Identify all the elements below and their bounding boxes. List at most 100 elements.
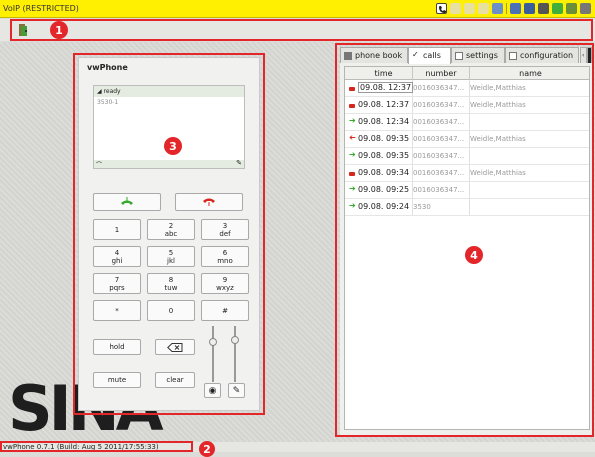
key-4[interactable]: 4 ghi <box>93 246 141 267</box>
display-bottom-strip: ⌒ ✎ <box>94 159 244 169</box>
key-sub: jkl <box>167 256 175 265</box>
tab-scroll-right-button[interactable] <box>587 47 592 63</box>
key-sub: ghi <box>111 256 123 265</box>
tray-separator <box>506 3 507 14</box>
network-icon[interactable] <box>510 3 521 14</box>
tab-phone-book[interactable]: phone book <box>340 47 408 63</box>
key-star[interactable]: * <box>93 300 141 321</box>
window-title: VoIP (RESTRICTED) <box>3 4 79 13</box>
missed-call-icon <box>349 102 355 110</box>
key-main: 3 <box>222 221 228 230</box>
missed-call-icon <box>349 85 355 93</box>
tab-calls[interactable]: ✓ calls <box>408 47 451 64</box>
incoming-call-icon: ➔ <box>349 184 356 193</box>
key-sub: abc <box>164 229 178 238</box>
update-icon[interactable] <box>524 3 535 14</box>
table-row[interactable]: ➔ 09.08. 09:24 3530 <box>345 199 589 216</box>
outgoing-call-icon: ➔ <box>349 133 356 142</box>
pen-icon[interactable] <box>566 3 577 14</box>
call-time: 09.08. 09:24 <box>358 202 410 211</box>
key-main: 9 <box>222 275 228 284</box>
key-5[interactable]: 5 jkl <box>147 246 195 267</box>
display-status: ready <box>103 88 121 95</box>
settings-tab-icon <box>455 52 463 60</box>
call-button[interactable] <box>93 193 161 211</box>
call-number: 0016036347... <box>413 135 465 143</box>
exit-icon[interactable] <box>18 23 30 37</box>
column-header-number[interactable]: number <box>413 67 470 80</box>
call-number: 0016036347... <box>413 101 465 109</box>
key-main: 8 <box>168 275 174 284</box>
call-number: 0016036347... <box>413 186 465 194</box>
call-time: 09.08. 09:35 <box>358 151 410 160</box>
incoming-call-icon: ➔ <box>349 150 356 159</box>
key-2[interactable]: 2 abc <box>147 219 195 240</box>
backspace-button[interactable] <box>155 339 195 355</box>
phone-icon[interactable] <box>436 3 447 14</box>
call-time: 09.08. 09:35 <box>358 134 410 143</box>
configuration-icon <box>509 52 517 60</box>
microphone-button[interactable]: ✎ <box>228 383 245 398</box>
table-row[interactable]: ➔ 09.08. 09:35 0016036347... <box>345 148 589 165</box>
table-row[interactable]: ➔ 09.08. 12:34 0016036347... <box>345 114 589 131</box>
key-main: 2 <box>168 221 174 230</box>
call-time: 09.08. 09:25 <box>358 185 410 194</box>
key-6[interactable]: 6 mno <box>201 246 249 267</box>
tab-label: configuration <box>520 51 574 60</box>
speaker-button[interactable]: ◉ <box>204 383 221 398</box>
hold-button[interactable]: hold <box>93 339 141 355</box>
printer-icon[interactable] <box>580 3 591 14</box>
key-0[interactable]: 0 <box>147 300 195 321</box>
mute-button[interactable]: mute <box>93 372 141 388</box>
hangup-button[interactable] <box>175 193 243 211</box>
display-number: 3530-1 <box>97 99 119 106</box>
key-3[interactable]: 3 def <box>201 219 249 240</box>
table-row[interactable]: 09.08. 12:37 0016036347... Weidle,Matthias <box>345 80 589 97</box>
key-main: # <box>222 306 228 315</box>
key-1[interactable]: 1 <box>93 219 141 240</box>
mic-volume-slider[interactable] <box>231 336 239 344</box>
settings-icon[interactable] <box>538 3 549 14</box>
key-8[interactable]: 8 tuw <box>147 273 195 294</box>
key-main: 4 <box>114 248 120 257</box>
mic-volume-track[interactable] <box>234 326 236 382</box>
table-row[interactable]: ➔ 09.08. 09:35 0016036347... Weidle,Matthia… <box>345 131 589 148</box>
call-number: 3530 <box>413 203 431 211</box>
phone-panel: vwPhone ◢ ready 3530-1 ⌒ ✎ 3 1 2 abc 3 def… <box>78 57 260 411</box>
table-row[interactable]: 09.08. 12:37 0016036347... Weidle,Matthias <box>345 97 589 114</box>
key-main: 1 <box>114 225 120 234</box>
table-row[interactable]: ➔ 09.08. 09:25 0016036347... <box>345 182 589 199</box>
backspace-icon <box>167 342 183 352</box>
call-name: Weidle,Matthias <box>470 135 526 143</box>
call-name: Weidle,Matthias <box>470 169 526 177</box>
security-icon[interactable] <box>552 3 563 14</box>
key-main: 5 <box>168 248 174 257</box>
call-name: Weidle,Matthias <box>470 84 526 92</box>
tab-label: calls <box>423 51 441 60</box>
calls-panel: phone book ✓ calls settings configuratio… <box>340 47 592 435</box>
key-9[interactable]: 9 wxyz <box>201 273 249 294</box>
toolbar-highlight <box>10 19 593 41</box>
column-header-name[interactable]: name <box>470 67 591 80</box>
speaker-volume-track[interactable] <box>212 326 214 382</box>
tab-scroll-left-button[interactable]: ‹ <box>580 47 587 63</box>
phone-book-icon <box>344 52 352 60</box>
hold-label: hold <box>109 343 125 351</box>
key-main: 6 <box>222 248 228 257</box>
tray-placeholder-icon <box>478 3 489 14</box>
monitor-icon[interactable] <box>492 3 503 14</box>
clear-button[interactable]: clear <box>155 372 195 388</box>
tab-configuration[interactable]: configuration <box>505 47 579 63</box>
microphone-icon: ✎ <box>232 385 241 396</box>
tab-label: phone book <box>355 51 403 60</box>
call-number: 0016036347... <box>413 152 465 160</box>
speaker-volume-slider[interactable] <box>209 338 217 346</box>
key-hash[interactable]: # <box>201 300 249 321</box>
key-sub: def <box>219 229 231 238</box>
tab-settings[interactable]: settings <box>451 47 505 63</box>
key-main: * <box>115 306 119 315</box>
table-row[interactable]: 09.08. 09:34 0016036347... Weidle,Matthias <box>345 165 589 182</box>
title-bar: VoIP (RESTRICTED) <box>0 0 595 18</box>
key-7[interactable]: 7 pqrs <box>93 273 141 294</box>
column-header-time[interactable]: time <box>345 67 413 80</box>
